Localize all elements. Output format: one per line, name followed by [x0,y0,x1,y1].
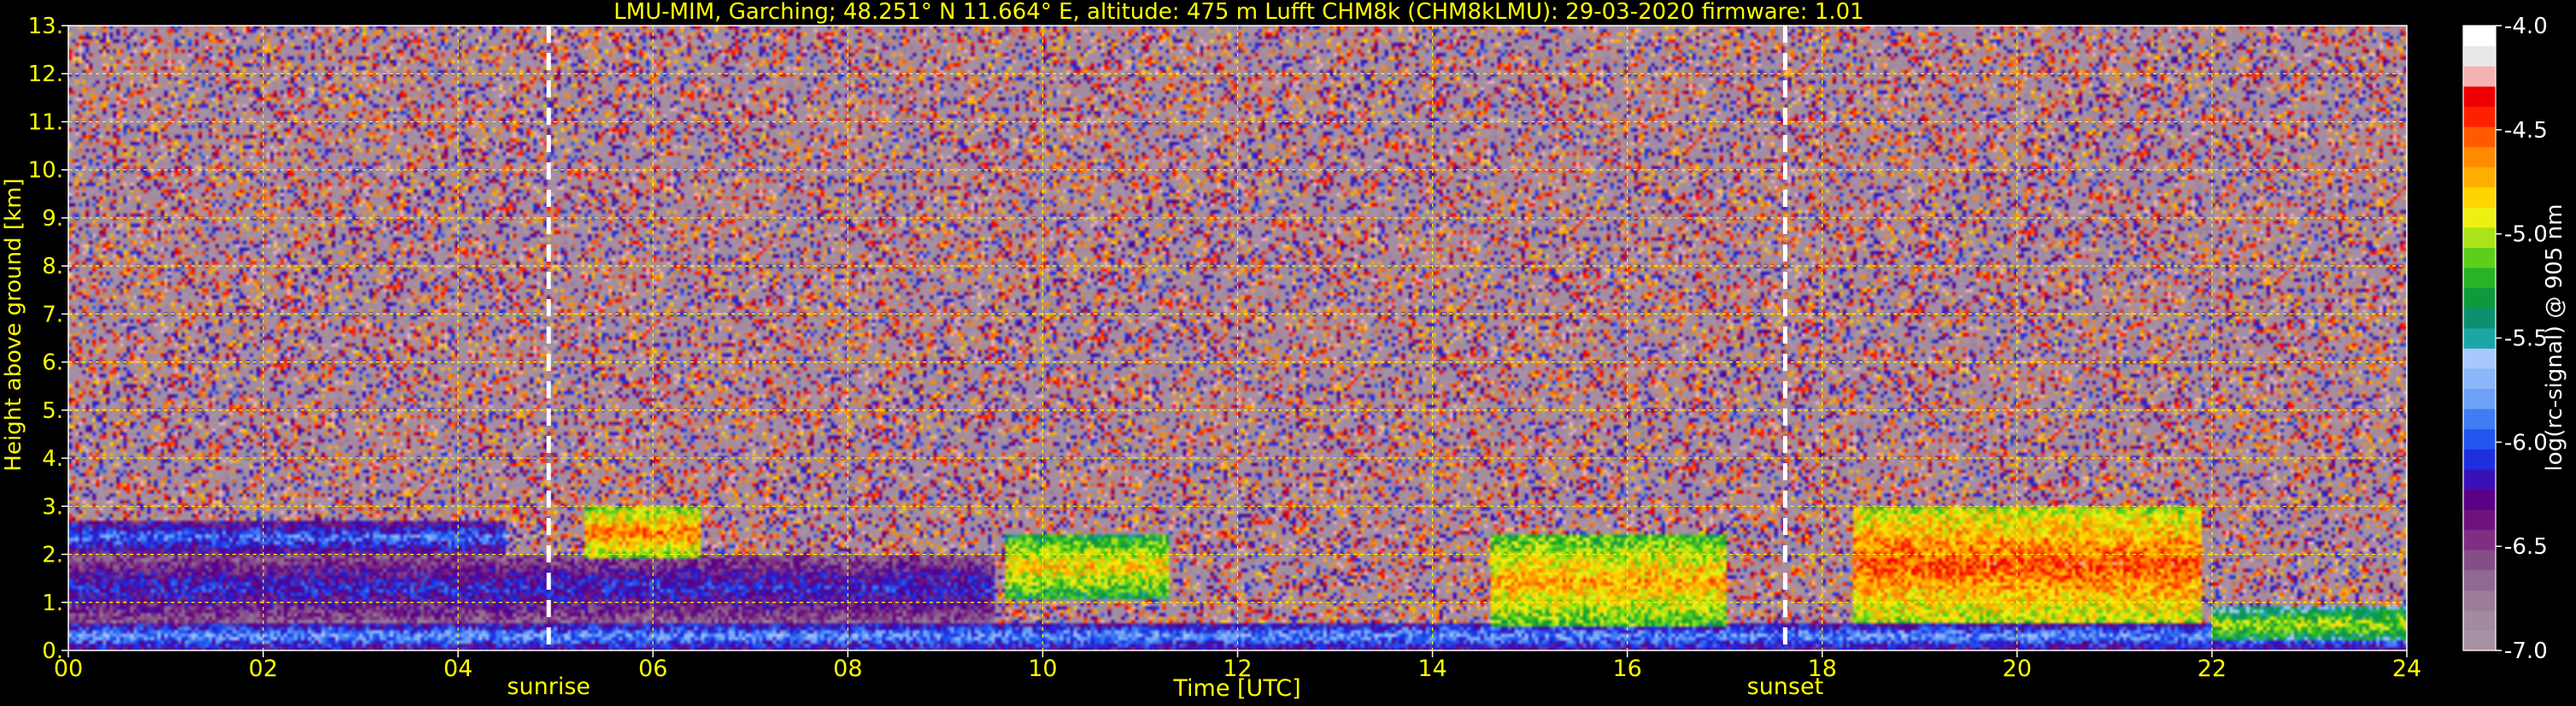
colorbar-tick-label: -5.0 [2504,222,2548,248]
colorbar-tick-label: -6.5 [2504,534,2548,560]
colorbar-swatch [2463,146,2496,168]
colorbar-swatch [2463,45,2496,67]
y-axis-label: Height above ground [km] [1,178,26,471]
y-tick-label: 9. [42,206,63,232]
x-tick-label: 10 [1028,656,1057,682]
x-tick-label: 04 [443,656,472,682]
colorbar-swatch [2463,287,2496,309]
colorbar-swatch [2463,85,2496,107]
colorbar-swatch [2463,126,2496,148]
x-tick-label: 06 [638,656,667,682]
colorbar-swatch [2463,247,2496,268]
colorbar-tick-label: -7.0 [2504,638,2548,664]
colorbar-swatch [2463,368,2496,390]
colorbar-swatch [2463,348,2496,369]
colorbar: -4.0 -4.5 -5.0 -5.5 -6.0 -6.5 -7.0 [2462,14,2548,664]
colorbar-swatch [2463,590,2496,611]
colorbar-swatch [2463,489,2496,510]
y-tick-label: 6. [42,350,63,376]
y-tick-label: 1. [42,591,63,616]
y-tick-label: 10. [28,158,63,184]
colorbar-swatch [2463,227,2496,248]
colorbar-tick-label: -6.0 [2504,430,2548,456]
y-tick-label: 7. [42,302,63,327]
colorbar-swatch [2463,509,2496,531]
y-tick-label: 4. [42,446,63,472]
colorbar-swatch [2463,388,2496,409]
x-tick-label: 12 [1223,656,1252,682]
colorbar-swatch [2463,428,2496,450]
colorbar-swatch [2463,167,2496,188]
colorbar-swatch [2463,609,2496,632]
colorbar-swatch [2463,529,2496,550]
y-tick-label: 11. [28,109,63,135]
colorbar-swatch [2463,327,2496,349]
colorbar-swatch [2463,106,2496,127]
ceilometer-chart: LMU-MIM, Garching; 48.251° N 11.664° E, … [1,0,2567,702]
colorbar-tick-label: -4.0 [2504,14,2548,39]
colorbar-swatch [2463,409,2496,430]
chart-title: LMU-MIM, Garching; 48.251° N 11.664° E, … [613,0,1863,25]
colorbar-tick-label: -4.5 [2504,118,2548,144]
colorbar-swatch [2463,207,2496,228]
x-tick-label: 14 [1417,656,1446,682]
colorbar-swatch [2463,66,2496,87]
y-tick-label: 13. [28,14,63,39]
y-tick-label: 2. [42,543,63,568]
x-tick-label: 16 [1612,656,1641,682]
colorbar-tick-label: -5.5 [2504,327,2548,352]
x-tick-labels: 00 02 04 06 08 10 12 14 16 18 20 22 24 [54,650,2421,682]
x-tick-label: 22 [2198,656,2227,682]
x-tick-label: 02 [249,656,278,682]
y-tick-label: 3. [42,494,63,520]
event-label: sunrise [507,674,590,700]
y-tick-labels: 0. 1. 2. 3. 4. 5. 6. 7. 8. 9. 10. 11. 12. 13. [28,14,68,664]
y-tick-label: 8. [42,254,63,279]
colorbar-swatch [2463,26,2496,47]
colorbar-swatch [2463,569,2496,591]
colorbar-swatch [2463,308,2496,329]
x-tick-label: 20 [2003,656,2032,682]
colorbar-swatch [2463,550,2496,571]
x-tick-label: 08 [833,656,862,682]
x-tick-label: 18 [1808,656,1837,682]
y-tick-label: 0. [42,638,63,664]
y-tick-label: 5. [42,398,63,424]
colorbar-swatch [2463,630,2496,651]
backscatter-heatmap [68,26,2407,650]
colorbar-swatch [2463,186,2496,208]
colorbar-swatch [2463,449,2496,470]
colorbar-swatch [2463,468,2496,490]
y-tick-label: 12. [28,62,63,87]
x-tick-label: 24 [2392,656,2421,682]
colorbar-swatch [2463,267,2496,289]
